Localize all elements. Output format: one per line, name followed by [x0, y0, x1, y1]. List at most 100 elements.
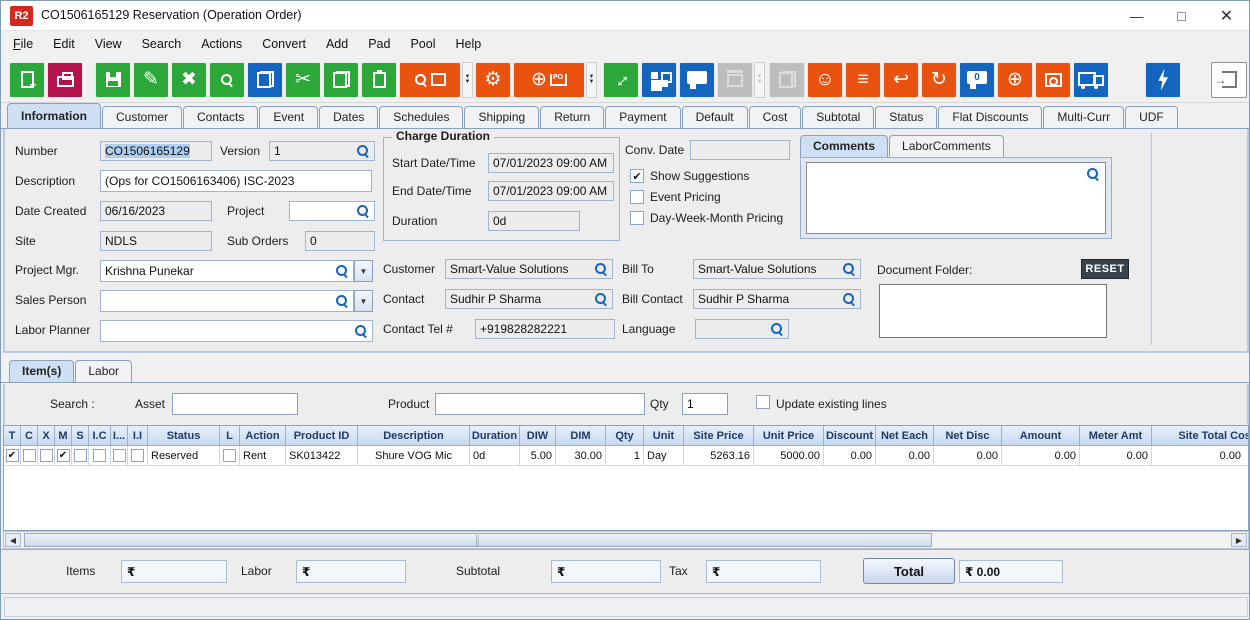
menu-actions[interactable]: Actions — [191, 31, 252, 57]
menu-pad[interactable]: Pad — [358, 31, 400, 57]
contact-tel-field[interactable]: +919828282221 — [475, 319, 615, 339]
menu-help[interactable]: Help — [446, 31, 492, 57]
row-check-l[interactable] — [223, 449, 236, 462]
start-date-field[interactable]: 07/01/2023 09:00 AM — [488, 153, 614, 173]
project-lookup-icon[interactable] — [356, 204, 370, 218]
tab-contacts[interactable]: Contacts — [183, 106, 258, 128]
project-mgr-lookup-icon[interactable] — [335, 264, 349, 278]
tab-default[interactable]: Default — [682, 106, 748, 128]
scroll-left-button[interactable]: ◀ — [5, 533, 21, 547]
col-net-disc[interactable]: Net Disc — [934, 426, 1002, 446]
delete-button[interactable]: ✖ — [171, 62, 207, 98]
description-field[interactable]: (Ops for CO1506163406) ISC-2023 — [100, 170, 372, 192]
col-meter-amt[interactable]: Meter Amt — [1080, 426, 1152, 446]
po-dropdown-button[interactable]: ▼▼ — [586, 62, 597, 98]
comments-lookup-icon[interactable] — [1086, 167, 1100, 181]
gears-button[interactable]: ⚙ — [475, 62, 511, 98]
col-action[interactable]: Action — [240, 426, 286, 446]
maximize-button[interactable]: □ — [1159, 1, 1204, 31]
asset-input[interactable] — [172, 393, 298, 415]
qty-input[interactable]: 1 — [682, 393, 728, 415]
workflow-button[interactable] — [641, 62, 677, 98]
row-check-x[interactable] — [40, 449, 53, 462]
bill-contact-lookup-icon[interactable] — [842, 292, 856, 306]
bill-contact-field[interactable]: Sudhir P Sharma — [693, 289, 861, 309]
menu-convert[interactable]: Convert — [252, 31, 316, 57]
comments-textarea[interactable] — [806, 162, 1106, 234]
copy-button[interactable] — [323, 62, 359, 98]
duplicate-button[interactable] — [247, 62, 283, 98]
number-field[interactable]: CO1506165129 — [100, 141, 212, 161]
duration-field[interactable]: 0d — [488, 211, 580, 231]
col-diw[interactable]: DIW — [520, 426, 556, 446]
menu-file[interactable]: File — [3, 31, 43, 57]
bill-to-lookup-icon[interactable] — [842, 262, 856, 276]
col-s[interactable]: S — [72, 426, 89, 446]
col-product-id[interactable]: Product ID — [286, 426, 358, 446]
scroll-right-button[interactable]: ▶ — [1231, 533, 1247, 547]
col-x[interactable]: X — [38, 426, 55, 446]
tab-dates[interactable]: Dates — [319, 106, 378, 128]
menu-edit[interactable]: Edit — [43, 31, 85, 57]
chat-count-button[interactable]: 0 — [959, 62, 995, 98]
tab-information[interactable]: Information — [7, 103, 101, 128]
row-check-c[interactable] — [23, 449, 36, 462]
sales-person-lookup-icon[interactable] — [335, 294, 349, 308]
row-check-t[interactable]: ✔ — [6, 449, 19, 462]
tab-payment[interactable]: Payment — [605, 106, 680, 128]
tab-comments[interactable]: Comments — [800, 135, 888, 157]
bill-to-field[interactable]: Smart-Value Solutions — [693, 259, 861, 279]
labor-planner-lookup-icon[interactable] — [354, 324, 368, 338]
version-lookup-icon[interactable] — [356, 144, 370, 158]
day-week-month-option[interactable]: Day-Week-Month Pricing — [630, 211, 783, 225]
return-folder-button[interactable]: ↩ — [883, 62, 919, 98]
event-pricing-option[interactable]: Event Pricing — [630, 190, 721, 204]
refresh-clipboard-button[interactable]: ↻ — [921, 62, 957, 98]
table-row[interactable]: ✔ ✔ Reserved Rent SK013422 Shure VOG Mic… — [4, 446, 1248, 466]
col-amount[interactable]: Amount — [1002, 426, 1080, 446]
tab-flat-discounts[interactable]: Flat Discounts — [938, 106, 1042, 128]
scrollbar-thumb[interactable]: ║ — [24, 533, 932, 547]
smiley-button[interactable]: ☺ — [807, 62, 843, 98]
notes-button[interactable]: ≡ — [845, 62, 881, 98]
quick-action-button[interactable] — [1145, 62, 1181, 98]
customer-lookup-icon[interactable] — [594, 262, 608, 276]
customer-field[interactable]: Smart-Value Solutions — [445, 259, 613, 279]
tab-items[interactable]: Item(s) — [9, 360, 74, 382]
version-field[interactable]: 1 — [269, 141, 375, 161]
day-week-month-checkbox[interactable] — [630, 211, 644, 225]
show-suggestions-option[interactable]: ✔ Show Suggestions — [630, 169, 749, 183]
comment-button[interactable] — [679, 62, 715, 98]
save-button[interactable] — [95, 62, 131, 98]
total-button[interactable]: Total — [863, 558, 955, 584]
tab-cost[interactable]: Cost — [749, 106, 802, 128]
row-check-i[interactable] — [113, 449, 126, 462]
add-po-button[interactable]: ⊕PO — [513, 62, 585, 98]
tab-labor[interactable]: Labor — [75, 360, 132, 382]
labor-planner-field[interactable] — [100, 320, 373, 342]
row-check-m[interactable]: ✔ — [57, 449, 70, 462]
col-description[interactable]: Description — [358, 426, 470, 446]
menu-search[interactable]: Search — [132, 31, 192, 57]
col-ii[interactable]: I.I — [128, 426, 148, 446]
col-unit[interactable]: Unit — [644, 426, 684, 446]
col-m[interactable]: M — [55, 426, 72, 446]
menu-pool[interactable]: Pool — [400, 31, 445, 57]
close-button[interactable]: ✕ — [1204, 1, 1249, 31]
col-t[interactable]: T — [4, 426, 21, 446]
tab-customer[interactable]: Customer — [102, 106, 182, 128]
tab-schedules[interactable]: Schedules — [379, 106, 463, 128]
tab-return[interactable]: Return — [540, 106, 604, 128]
event-pricing-checkbox[interactable] — [630, 190, 644, 204]
col-qty[interactable]: Qty — [606, 426, 644, 446]
conv-date-field[interactable] — [690, 140, 790, 160]
end-date-field[interactable]: 07/01/2023 09:00 AM — [488, 181, 614, 201]
reset-button[interactable]: RESET — [1081, 259, 1129, 279]
date-created-field[interactable]: 06/16/2023 — [100, 201, 212, 221]
contact-lookup-icon[interactable] — [594, 292, 608, 306]
menu-view[interactable]: View — [85, 31, 132, 57]
project-mgr-dropdown[interactable]: ▼ — [354, 260, 373, 282]
tab-multi-curr[interactable]: Multi-Curr — [1043, 106, 1124, 128]
col-l[interactable]: L — [220, 426, 240, 446]
row-check-ic[interactable] — [93, 449, 106, 462]
